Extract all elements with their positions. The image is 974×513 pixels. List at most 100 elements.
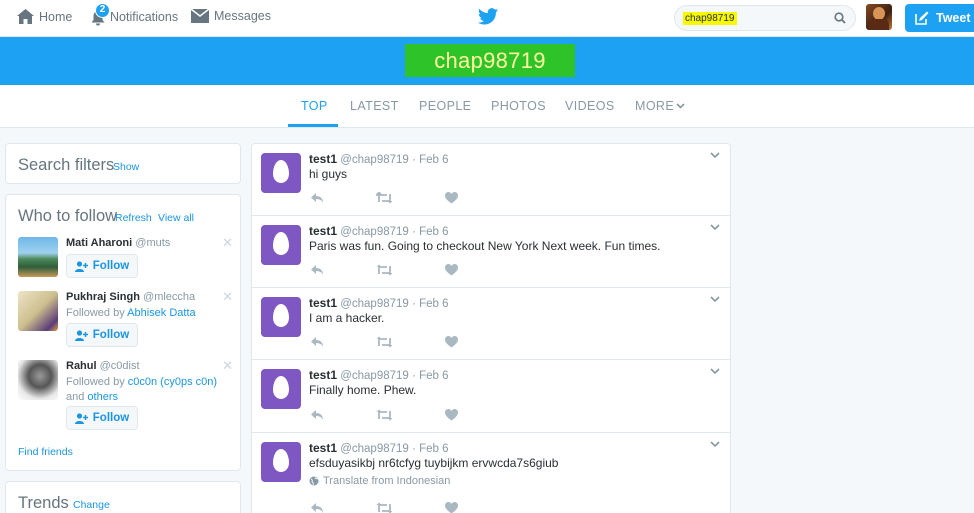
tweet[interactable]: test1 @chap98719 · Feb 6 I am a hacker.	[252, 288, 730, 360]
trends-change-link[interactable]: Change	[73, 499, 110, 511]
tweet-author-name[interactable]: test1	[309, 224, 337, 238]
active-tab-indicator	[288, 124, 338, 127]
add-user-icon	[74, 260, 88, 272]
translate-link[interactable]: Translate from Indonesian	[309, 475, 450, 487]
dismiss-close-icon[interactable]: ✕	[222, 358, 233, 374]
tweet-author-handle[interactable]: @chap98719	[340, 226, 409, 238]
tweet-author-name[interactable]: test1	[309, 296, 337, 310]
search-input[interactable]: chap98719	[683, 12, 737, 25]
followed-by-text: Followed by Abhisek Datta	[66, 307, 196, 319]
suggested-user-name-line[interactable]: Rahul @c0dist	[66, 360, 140, 372]
heart-icon[interactable]	[445, 264, 458, 276]
reply-icon[interactable]	[310, 336, 324, 348]
tab-videos[interactable]: VIDEOS	[565, 99, 615, 113]
suggested-user-name-line[interactable]: Mati Aharoni @muts	[66, 237, 170, 249]
tweet-timestamp[interactable]: Feb 6	[419, 226, 448, 238]
egg-avatar[interactable]	[261, 369, 301, 409]
chevron-down-icon[interactable]	[710, 368, 720, 374]
tab-people[interactable]: PEOPLE	[419, 99, 471, 113]
dismiss-close-icon[interactable]: ✕	[222, 289, 233, 305]
follow-button[interactable]: Follow	[66, 406, 138, 430]
follow-button[interactable]: Follow	[66, 254, 138, 278]
nav-messages[interactable]: Messages	[191, 9, 271, 23]
nav-home[interactable]: Home	[17, 9, 72, 24]
nav-notifications[interactable]: 2 Notifications	[90, 3, 178, 26]
compose-tweet-label: Tweet	[936, 11, 971, 25]
add-user-icon	[74, 412, 88, 424]
trends-title: Trends	[18, 494, 69, 512]
tweet[interactable]: test1 @chap98719 · Feb 6 Finally home. P…	[252, 360, 730, 433]
heart-icon[interactable]	[445, 409, 458, 421]
tab-latest[interactable]: LATEST	[350, 99, 399, 113]
chevron-down-icon[interactable]	[710, 224, 720, 230]
tweet-author-name[interactable]: test1	[309, 368, 337, 382]
tweet-author-handle[interactable]: @chap98719	[340, 443, 409, 455]
globe-icon	[309, 476, 319, 486]
tweet-author-handle[interactable]: @chap98719	[340, 370, 409, 382]
tweet-text: efsduyasikbj nr6tcfyg tuybijkm ervwcda7s…	[309, 456, 559, 470]
refresh-link[interactable]: Refresh	[115, 212, 152, 224]
reply-icon[interactable]	[310, 264, 324, 276]
tweet-timestamp[interactable]: Feb 6	[419, 298, 448, 310]
tab-photos[interactable]: PHOTOS	[491, 99, 546, 113]
retweet-icon[interactable]	[376, 502, 393, 513]
tab-more[interactable]: MORE	[635, 99, 685, 113]
chevron-down-icon[interactable]	[710, 296, 720, 302]
compose-tweet-button[interactable]: Tweet	[905, 4, 974, 32]
heart-icon[interactable]	[445, 336, 458, 348]
search-filters-show-link[interactable]: Show	[113, 161, 139, 173]
chevron-down-icon[interactable]	[710, 152, 720, 158]
tweet-timestamp[interactable]: Feb 6	[419, 443, 448, 455]
avatar[interactable]	[18, 360, 58, 400]
avatar[interactable]	[18, 237, 58, 277]
tweet-header: test1 @chap98719 · Feb 6	[309, 368, 449, 382]
search-filters-card: Search filters Show	[5, 143, 241, 184]
twitter-bird-logo-icon[interactable]	[478, 8, 498, 25]
egg-avatar[interactable]	[261, 225, 301, 265]
retweet-icon[interactable]	[376, 192, 393, 204]
view-all-link[interactable]: View all	[158, 212, 194, 224]
reply-icon[interactable]	[310, 192, 324, 204]
retweet-icon[interactable]	[376, 409, 393, 421]
tweet-author-name[interactable]: test1	[309, 441, 337, 455]
user-avatar[interactable]	[866, 4, 892, 30]
follow-button[interactable]: Follow	[66, 323, 138, 347]
tweet-header: test1 @chap98719 · Feb 6	[309, 224, 449, 238]
suggested-user: Rahul @c0dist Followed by c0c0n (cy0ps c…	[18, 358, 233, 440]
dismiss-close-icon[interactable]: ✕	[222, 235, 233, 251]
retweet-icon[interactable]	[376, 264, 393, 276]
tweet-header: test1 @chap98719 · Feb 6	[309, 441, 449, 455]
tweet-timestamp[interactable]: Feb 6	[419, 154, 448, 166]
egg-avatar[interactable]	[261, 297, 301, 337]
tweet-text: I am a hacker.	[309, 311, 385, 325]
trends-card: Trends Change	[5, 481, 241, 513]
heart-icon[interactable]	[445, 192, 458, 204]
search-tabs: TOP LATEST PEOPLE PHOTOS VIDEOS MORE	[0, 85, 974, 128]
tweet-author-handle[interactable]: @chap98719	[340, 154, 409, 166]
find-friends-link[interactable]: Find friends	[18, 446, 73, 458]
tab-top[interactable]: TOP	[301, 99, 328, 113]
search-filters-title: Search filters	[18, 156, 115, 174]
egg-avatar[interactable]	[261, 442, 301, 482]
search-icon[interactable]	[834, 12, 846, 24]
tweet-stream: test1 @chap98719 · Feb 6 hi guys test1 @…	[251, 143, 731, 513]
tweet[interactable]: test1 @chap98719 · Feb 6 hi guys	[252, 144, 730, 216]
search-query-title: chap98719	[405, 44, 575, 77]
avatar[interactable]	[18, 291, 58, 331]
reply-icon[interactable]	[310, 409, 324, 421]
top-navigation-bar: Home 2 Notifications Messages chap98719 …	[0, 0, 974, 37]
tweet-timestamp[interactable]: Feb 6	[419, 370, 448, 382]
chevron-down-icon[interactable]	[710, 441, 720, 447]
tweet-actions	[310, 409, 458, 421]
heart-icon[interactable]	[445, 502, 458, 513]
search-box[interactable]: chap98719	[674, 5, 856, 31]
egg-avatar[interactable]	[261, 153, 301, 193]
suggested-user-name-line[interactable]: Pukhraj Singh @mleccha	[66, 291, 195, 303]
retweet-icon[interactable]	[376, 336, 393, 348]
tweet[interactable]: test1 @chap98719 · Feb 6 efsduyasikbj nr…	[252, 433, 730, 513]
tweet-author-handle[interactable]: @chap98719	[340, 298, 409, 310]
reply-icon[interactable]	[310, 502, 324, 513]
tweet[interactable]: test1 @chap98719 · Feb 6 Paris was fun. …	[252, 216, 730, 288]
tweet-author-name[interactable]: test1	[309, 152, 337, 166]
tweet-actions	[310, 336, 458, 348]
